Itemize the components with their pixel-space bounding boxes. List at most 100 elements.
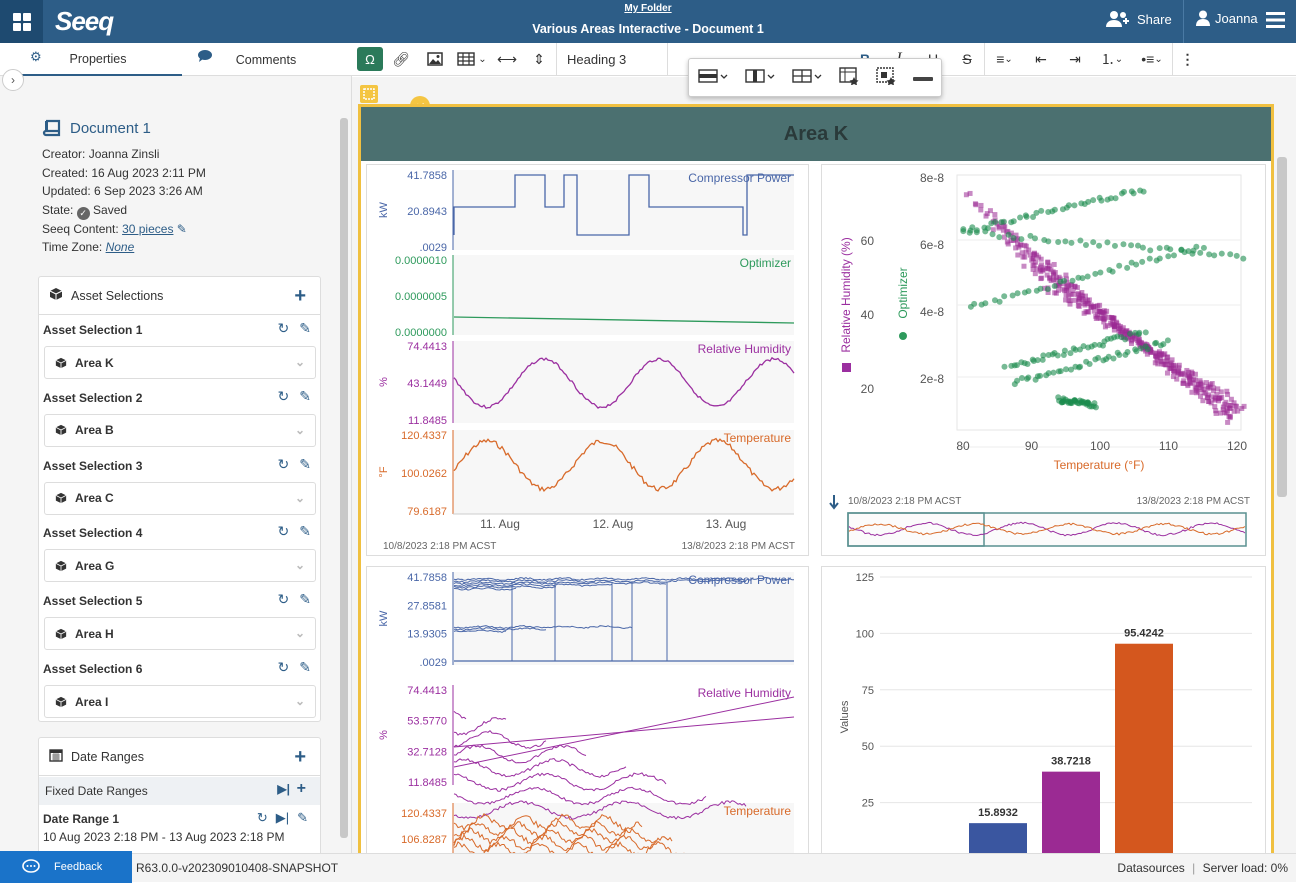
asset-selection-dropdown[interactable]: Area K ⌄: [44, 346, 316, 379]
asset-selection-dropdown[interactable]: Area I ⌄: [44, 685, 316, 718]
lane-background: [453, 685, 794, 785]
trend-chart-1[interactable]: 41.7858 20.8943 .0029 Compressor Power kW 0.0…: [366, 164, 809, 556]
bar-relative-humidity: [1042, 771, 1100, 859]
trend-chart-2[interactable]: 41.7858 27.8581 13.9305.0029 Compressor Pow…: [366, 566, 809, 866]
optimizer-point: [1124, 264, 1131, 271]
edit-icon[interactable]: ✎: [299, 456, 311, 473]
bar-data-label: 15.8932: [978, 807, 1018, 819]
edit-icon[interactable]: ✎: [297, 810, 308, 826]
optimizer-point: [1017, 214, 1024, 221]
edit-icon[interactable]: ✎: [299, 591, 311, 608]
tab-properties[interactable]: ⚙ Properties: [14, 43, 182, 76]
step-forward-icon[interactable]: ▶|: [276, 810, 289, 826]
asset-selection-dropdown[interactable]: Area G ⌄: [44, 549, 316, 583]
asset-selection-dropdown[interactable]: Area C ⌄: [44, 481, 316, 515]
collapse-panel-chevron-icon[interactable]: ›: [2, 69, 24, 91]
optimizer-point: [1233, 252, 1240, 259]
scatter-start-time: 10/8/2023 2:18 PM ACST: [848, 496, 961, 507]
optimizer-point: [1037, 372, 1044, 379]
add-fixed-range-button[interactable]: +: [297, 780, 306, 798]
feedback-button[interactable]: Feedback: [0, 851, 132, 883]
outdent-icon[interactable]: ⇤: [1024, 43, 1058, 76]
optimizer-point: [989, 231, 996, 238]
table-properties-icon[interactable]: [838, 67, 859, 88]
page-break-icon[interactable]: ⇕: [522, 43, 556, 76]
numbered-list-icon[interactable]: ⒈ ⌄: [1092, 43, 1132, 76]
humidity-point: [1051, 261, 1057, 267]
folder-link[interactable]: My Folder: [0, 3, 1296, 14]
asset-selection-dropdown[interactable]: Area B ⌄: [44, 413, 316, 447]
seeq-content-button[interactable]: Ω: [356, 43, 384, 76]
add-asset-selection-button[interactable]: +: [294, 285, 306, 308]
optimizer-point: [1010, 218, 1017, 225]
canvas-scrollbar[interactable]: [1277, 157, 1287, 497]
table-handle-icon[interactable]: [360, 85, 378, 103]
refresh-icon[interactable]: ↻: [278, 388, 290, 405]
cube-icon: [55, 628, 67, 639]
share-button[interactable]: Share: [1106, 10, 1172, 28]
edit-icon[interactable]: ✎: [173, 222, 187, 236]
table-row-icon[interactable]: [697, 68, 728, 87]
optimizer-point: [1010, 235, 1017, 242]
humidity-point: [1164, 370, 1170, 376]
more-options-icon[interactable]: ⋮: [1172, 42, 1202, 76]
humidity-point: [1062, 288, 1068, 294]
refresh-icon[interactable]: ↻: [278, 456, 290, 473]
datasources-link[interactable]: Datasources: [1117, 861, 1184, 875]
delete-table-icon[interactable]: [912, 71, 933, 85]
bar-chart[interactable]: 125 100 75 50 25 Values 15.8932 38.7218 95.4242: [821, 566, 1266, 866]
edit-icon[interactable]: ✎: [299, 388, 311, 405]
user-menu-button[interactable]: Joanna: [1196, 10, 1258, 26]
align-icon[interactable]: ≡ ⌄: [984, 42, 1024, 76]
refresh-icon[interactable]: ↻: [278, 591, 290, 608]
refresh-icon[interactable]: ↻: [278, 320, 290, 337]
edit-icon[interactable]: ✎: [299, 320, 311, 337]
document-page: Area K 41.7858 20.8943 .0029 Compressor Pow…: [358, 104, 1274, 866]
bullet-list-icon[interactable]: •≡ ⌄: [1132, 43, 1172, 76]
area-heading[interactable]: Area K: [361, 107, 1271, 161]
optimizer-point: [1097, 269, 1104, 276]
horizontal-arrows-icon[interactable]: ⟷: [492, 43, 522, 76]
lane-tick-label: 74.4413: [407, 685, 447, 697]
optimizer-point: [1096, 242, 1103, 249]
image-icon[interactable]: [418, 43, 452, 76]
optimizer-point: [1181, 249, 1188, 256]
table-icon[interactable]: ⌄: [452, 43, 492, 76]
style-dropdown[interactable]: Heading 3: [556, 42, 668, 76]
optimizer-point: [1146, 255, 1153, 262]
step-forward-icon[interactable]: ▶|: [277, 782, 290, 796]
optimizer-point: [1227, 251, 1234, 258]
tab-comments[interactable]: Comments: [182, 43, 350, 76]
table-cell-icon[interactable]: [791, 68, 822, 87]
humidity-point: [1100, 309, 1106, 315]
calendar-icon: [49, 748, 63, 765]
optimizer-point: [1127, 330, 1134, 337]
optimizer-point: [1051, 206, 1058, 213]
chevron-down-icon: ⌄: [294, 490, 305, 505]
refresh-icon[interactable]: ↻: [278, 523, 290, 540]
strikethrough-icon[interactable]: S: [950, 43, 984, 76]
refresh-icon[interactable]: ↻: [257, 810, 268, 826]
lane-tick-label: 41.7858: [407, 572, 447, 584]
asset-selection-value: Area G: [75, 558, 115, 573]
cell-properties-icon[interactable]: [875, 67, 896, 88]
link-icon[interactable]: 🔗︎: [384, 43, 418, 76]
timezone-link[interactable]: None: [106, 240, 135, 254]
asset-selection-dropdown[interactable]: Area H ⌄: [44, 617, 316, 651]
optimizer-point: [1018, 374, 1025, 381]
created-row: Created: 16 Aug 2023 2:11 PM: [42, 165, 206, 180]
scatter-plot[interactable]: 80 90 100 110 120 60 40 20 8e-8 6e-8 4e-8 2e-8 Tempe…: [821, 164, 1266, 556]
edit-icon[interactable]: ✎: [299, 659, 311, 676]
lane-tick-label: 120.4337: [401, 808, 447, 820]
content-pieces-link[interactable]: 30 pieces: [122, 222, 173, 236]
panel-scrollbar[interactable]: [340, 118, 348, 838]
indent-icon[interactable]: ⇥: [1058, 43, 1092, 76]
add-date-range-button[interactable]: +: [294, 746, 306, 769]
optimizer-point: [1071, 202, 1078, 209]
refresh-icon[interactable]: ↻: [278, 659, 290, 676]
hamburger-menu-icon[interactable]: [1266, 12, 1285, 31]
lane-tick-label: .0029: [419, 657, 447, 669]
asset-selection-5: Asset Selection 5 ↻ ✎ Area H ⌄: [43, 588, 317, 656]
table-column-icon[interactable]: [744, 68, 775, 87]
edit-icon[interactable]: ✎: [299, 523, 311, 540]
